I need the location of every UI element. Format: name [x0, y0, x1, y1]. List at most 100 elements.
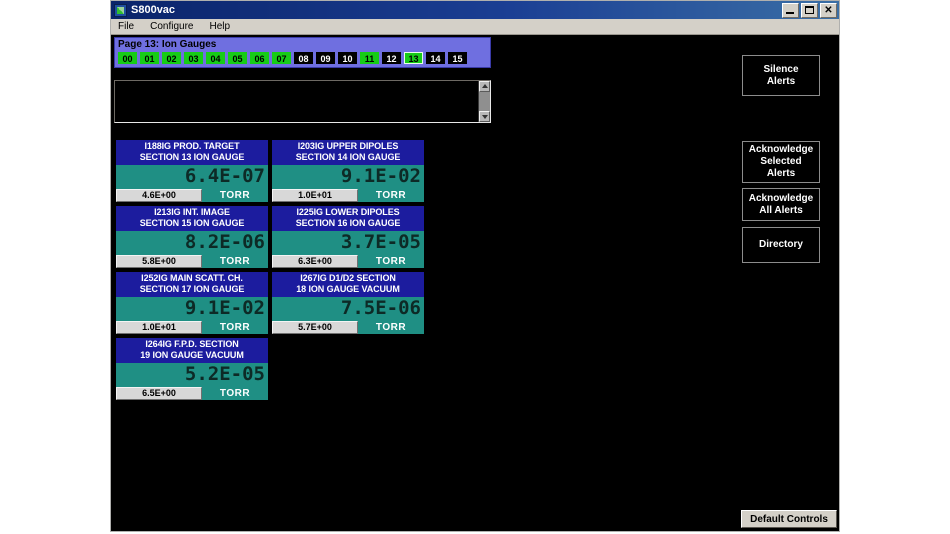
- gauge-unit-label: TORR: [375, 322, 407, 333]
- page-number-15[interactable]: 15: [448, 52, 467, 64]
- gauge-title-line1: I264IG F.P.D. SECTION: [145, 339, 239, 349]
- gauge-title: I252IG MAIN SCATT. CH. SECTION 17 ION GAU…: [116, 272, 268, 297]
- menu-bar: File Configure Help: [111, 19, 839, 35]
- page-number-06[interactable]: 06: [250, 52, 269, 64]
- silence-alerts-line2: Alerts: [766, 75, 796, 87]
- page-number-04[interactable]: 04: [206, 52, 225, 64]
- gauge-body: 8.2E-06 5.8E+00 TORR: [116, 231, 268, 268]
- gauge-title-line2: SECTION 16 ION GAUGE: [295, 218, 401, 228]
- gauge-reading-value: 6.4E-07: [184, 165, 265, 187]
- page-number-05[interactable]: 05: [228, 52, 247, 64]
- gauge-unit-label: TORR: [219, 388, 251, 399]
- page-title: Page 13: Ion Gauges: [118, 39, 217, 50]
- menu-item-file[interactable]: File: [115, 20, 137, 33]
- ion-gauge-panel[interactable]: I203IG UPPER DIPOLES SECTION 14 ION GAUGE…: [271, 139, 425, 203]
- gauge-title: I188IG PROD. TARGET SECTION 13 ION GAUGE: [116, 140, 268, 165]
- gauge-body: 6.4E-07 4.6E+00 TORR: [116, 165, 268, 202]
- ack-all-line1: Acknowledge: [748, 192, 814, 204]
- gauge-reading-value: 9.1E-02: [340, 165, 421, 187]
- ion-gauge-grid: I188IG PROD. TARGET SECTION 13 ION GAUGE 6…: [115, 139, 435, 401]
- ack-selected-line3: Alerts: [766, 168, 796, 179]
- ion-gauge-panel[interactable]: I267IG D1/D2 SECTION 18 ION GAUGE VACUUM 7…: [271, 271, 425, 335]
- scroll-down-icon[interactable]: [479, 111, 490, 122]
- gauge-title-line1: I213IG INT. IMAGE: [154, 207, 230, 217]
- ion-gauge-panel[interactable]: I188IG PROD. TARGET SECTION 13 ION GAUGE 6…: [115, 139, 269, 203]
- page-number-08[interactable]: 08: [294, 52, 313, 64]
- page-number-11[interactable]: 11: [360, 52, 379, 64]
- gauge-body: 9.1E-02 1.0E+01 TORR: [272, 165, 424, 202]
- menu-item-configure[interactable]: Configure: [147, 20, 196, 33]
- gauge-reading-value: 9.1E-02: [184, 297, 265, 319]
- gauge-unit-label: TORR: [219, 322, 251, 333]
- silence-alerts-line1: Silence: [763, 63, 799, 75]
- directory-button[interactable]: Directory: [742, 227, 820, 263]
- page-number-12[interactable]: 12: [382, 52, 401, 64]
- ack-selected-line2: Selected: [760, 156, 802, 167]
- silence-alerts-button[interactable]: Silence Alerts: [742, 55, 820, 96]
- ion-gauge-panel[interactable]: I252IG MAIN SCATT. CH. SECTION 17 ION GAU…: [115, 271, 269, 335]
- gauge-body: 5.2E-05 6.5E+00 TORR: [116, 363, 268, 400]
- gauge-footer: 5.8E+00 TORR: [116, 255, 268, 268]
- gauge-footer: 4.6E+00 TORR: [116, 189, 268, 202]
- gauge-title: I264IG F.P.D. SECTION 19 ION GAUGE VACUUM: [116, 338, 268, 363]
- gauge-footer: 1.0E+01 TORR: [272, 189, 424, 202]
- gauge-body: 9.1E-02 1.0E+01 TORR: [116, 297, 268, 334]
- client-area: Page 13: Ion Gauges 00 01 02 03 04 05 06 07 08 09…: [111, 35, 839, 531]
- gauge-reading-value: 3.7E-05: [340, 231, 421, 253]
- gauge-setpoint-field[interactable]: 4.6E+00: [116, 189, 202, 202]
- gauge-setpoint-field[interactable]: 6.5E+00: [116, 387, 202, 400]
- message-log-text: [115, 81, 478, 122]
- gauge-setpoint-field[interactable]: 1.0E+01: [272, 189, 358, 202]
- page-bar: Page 13: Ion Gauges 00 01 02 03 04 05 06 07 08 09…: [114, 37, 491, 68]
- gauge-setpoint-field[interactable]: 6.3E+00: [272, 255, 358, 268]
- maximize-button[interactable]: [801, 2, 818, 18]
- gauge-title-line1: I267IG D1/D2 SECTION: [300, 273, 396, 283]
- ion-gauge-panel[interactable]: I264IG F.P.D. SECTION 19 ION GAUGE VACUUM…: [115, 337, 269, 401]
- page-number-list: 00 01 02 03 04 05 06 07 08 09 10 11 12 13 14 15: [118, 52, 487, 64]
- gauge-title: I213IG INT. IMAGE SECTION 15 ION GAUGE: [116, 206, 268, 231]
- gauge-footer: 6.3E+00 TORR: [272, 255, 424, 268]
- gauge-footer: 1.0E+01 TORR: [116, 321, 268, 334]
- gauge-reading-value: 7.5E-06: [340, 297, 421, 319]
- page-number-01[interactable]: 01: [140, 52, 159, 64]
- gauge-footer: 6.5E+00 TORR: [116, 387, 268, 400]
- gauge-setpoint-field[interactable]: 5.8E+00: [116, 255, 202, 268]
- close-button[interactable]: ✕: [820, 2, 837, 18]
- default-controls-button[interactable]: Default Controls: [741, 510, 837, 528]
- gauge-title-line2: SECTION 13 ION GAUGE: [139, 152, 245, 162]
- gauge-reading-value: 8.2E-06: [184, 231, 265, 253]
- ion-gauge-panel[interactable]: I225IG LOWER DIPOLES SECTION 16 ION GAUGE…: [271, 205, 425, 269]
- page-number-13[interactable]: 13: [404, 52, 423, 64]
- menu-item-help[interactable]: Help: [206, 20, 233, 33]
- app-icon: [114, 3, 127, 17]
- directory-label: Directory: [759, 239, 803, 250]
- acknowledge-selected-alerts-button[interactable]: Acknowledge Selected Alerts: [742, 141, 820, 183]
- gauge-title: I267IG D1/D2 SECTION 18 ION GAUGE VACUUM: [272, 272, 424, 297]
- gauge-unit-label: TORR: [219, 190, 251, 201]
- scrollbar-track[interactable]: [479, 92, 490, 111]
- page-number-09[interactable]: 09: [316, 52, 335, 64]
- gauge-title-line1: I203IG UPPER DIPOLES: [297, 141, 399, 151]
- page-number-07[interactable]: 07: [272, 52, 291, 64]
- gauge-title-line1: I188IG PROD. TARGET: [144, 141, 240, 151]
- scroll-up-icon[interactable]: [479, 81, 490, 92]
- page-number-03[interactable]: 03: [184, 52, 203, 64]
- gauge-unit-label: TORR: [375, 190, 407, 201]
- gauge-title-line2: SECTION 15 ION GAUGE: [139, 218, 245, 228]
- close-icon: ✕: [824, 4, 833, 16]
- gauge-footer: 5.7E+00 TORR: [272, 321, 424, 334]
- acknowledge-all-alerts-button[interactable]: Acknowledge All Alerts: [742, 188, 820, 221]
- minimize-button[interactable]: [782, 2, 799, 18]
- page-number-02[interactable]: 02: [162, 52, 181, 64]
- page-number-00[interactable]: 00: [118, 52, 137, 64]
- window-controls: ✕: [782, 2, 837, 18]
- gauge-setpoint-field[interactable]: 5.7E+00: [272, 321, 358, 334]
- message-log-scrollbar[interactable]: [478, 81, 490, 122]
- ion-gauge-panel[interactable]: I213IG INT. IMAGE SECTION 15 ION GAUGE 8.2…: [115, 205, 269, 269]
- screen-root: S800vac ✕ File Configure Help Page 13: I…: [0, 0, 950, 534]
- message-log[interactable]: [114, 80, 491, 123]
- ack-all-line2: All Alerts: [759, 204, 803, 216]
- page-number-10[interactable]: 10: [338, 52, 357, 64]
- gauge-setpoint-field[interactable]: 1.0E+01: [116, 321, 202, 334]
- page-number-14[interactable]: 14: [426, 52, 445, 64]
